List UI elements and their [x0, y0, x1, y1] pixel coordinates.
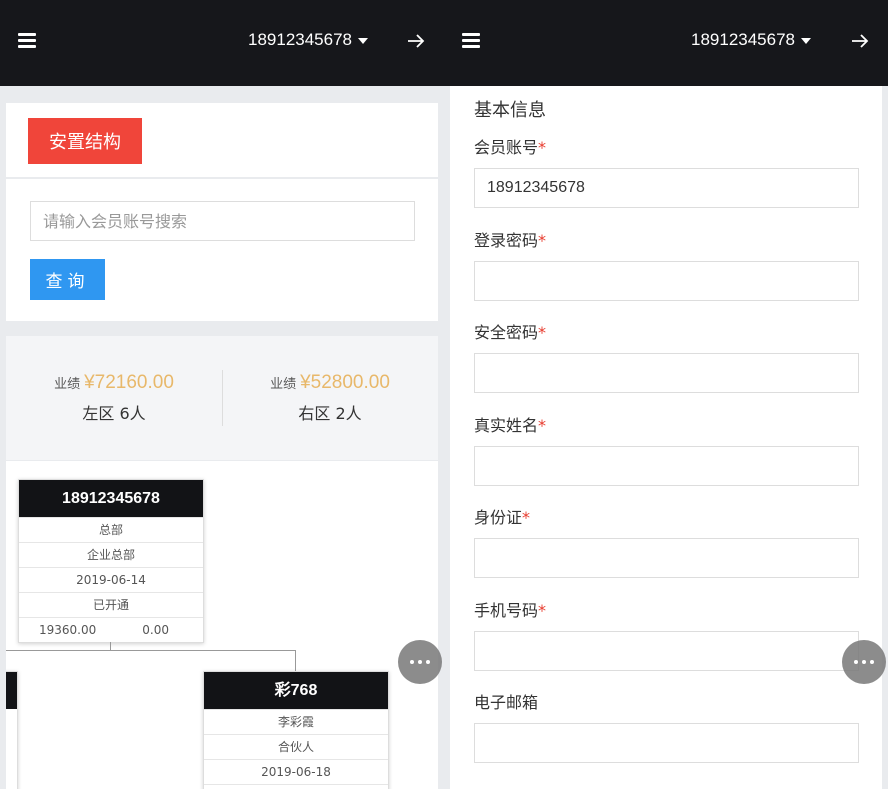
real-name-input[interactable] — [474, 446, 859, 486]
field-label-email: 电子邮箱 — [474, 693, 539, 712]
node-row: 李彩霞 — [204, 709, 388, 734]
form-title: 基本信息 — [474, 100, 546, 121]
account-input[interactable] — [474, 168, 859, 208]
basic-info-form: 基本信息 会员账号* 登录密码* 安全密码* 真实姓名* 身份证* 手机号码* … — [450, 86, 882, 789]
node-row: 已开通 — [19, 592, 203, 617]
tree-node-child[interactable]: 彩768 李彩霞 合伙人 2019-06-18 — [203, 671, 389, 789]
required-mark: * — [538, 231, 547, 250]
node-left-value: 19360.00 — [39, 623, 97, 637]
left-screen: 18912345678 安置结构 查询 业绩¥72160.00 左区 6人 业绩… — [0, 0, 444, 789]
place-structure-button[interactable]: 安置结构 — [28, 118, 142, 164]
node-title: 18912345678 — [19, 480, 203, 517]
node-row: 2019-06-18 — [204, 759, 388, 784]
node-title: 彩768 — [204, 672, 388, 709]
arrow-right-icon[interactable] — [850, 31, 870, 51]
field-label-id-card: 身份证* — [474, 508, 531, 527]
more-dots-icon[interactable] — [842, 640, 886, 684]
node-row — [204, 784, 388, 789]
node-row: 合伙人 — [204, 734, 388, 759]
field-label-account: 会员账号* — [474, 138, 547, 157]
account-number: 18912345678 — [691, 30, 796, 49]
login-password-input[interactable] — [474, 261, 859, 301]
right-zone-count: 右区 2人 — [298, 404, 362, 423]
hamburger-menu-icon[interactable] — [462, 33, 480, 49]
field-label-phone: 手机号码* — [474, 601, 547, 620]
required-mark: * — [538, 601, 547, 620]
tree-connector — [6, 650, 296, 651]
phone-input[interactable] — [474, 631, 859, 671]
account-dropdown[interactable]: 18912345678 — [691, 30, 812, 50]
node-row: 企业总部 — [19, 542, 203, 567]
top-bar: 18912345678 — [444, 0, 888, 86]
caret-down-icon — [801, 37, 812, 44]
performance-stats: 业绩 ¥72160.00 左区 6人 业绩 ¥52800.00 右区 2人 — [6, 336, 438, 460]
placement-tree: 18912345678 总部 企业总部 2019-06-14 已开通 19360… — [6, 461, 438, 789]
top-bar: 18912345678 — [0, 0, 444, 86]
node-row: 2019-06-14 — [19, 567, 203, 592]
node-row: 总部 — [19, 517, 203, 542]
tree-connector — [295, 650, 296, 671]
account-dropdown[interactable]: 18912345678 — [248, 30, 369, 50]
left-zone-stat: 业绩 ¥72160.00 左区 6人 — [6, 372, 222, 424]
required-mark: * — [538, 138, 547, 157]
arrow-right-icon[interactable] — [406, 31, 426, 51]
node-right-value: 0.00 — [142, 623, 169, 637]
left-zone-count: 左区 6人 — [82, 404, 146, 423]
email-input[interactable] — [474, 723, 859, 763]
required-mark: * — [522, 508, 531, 527]
hamburger-menu-icon[interactable] — [18, 33, 36, 49]
perf-label: 业绩 — [270, 377, 297, 392]
more-dots-icon[interactable] — [398, 640, 442, 684]
field-label-security-password: 安全密码* — [474, 323, 547, 342]
required-mark: * — [538, 416, 547, 435]
required-mark: * — [538, 323, 547, 342]
left-amount: ¥72160.00 — [84, 372, 174, 393]
tree-node-root[interactable]: 18912345678 总部 企业总部 2019-06-14 已开通 19360… — [18, 479, 204, 643]
member-search-input[interactable] — [30, 201, 415, 241]
right-amount: ¥52800.00 — [300, 372, 390, 393]
field-label-login-password: 登录密码* — [474, 231, 547, 250]
caret-down-icon — [358, 37, 369, 44]
security-password-input[interactable] — [474, 353, 859, 393]
right-zone-stat: 业绩 ¥52800.00 右区 2人 — [222, 372, 438, 424]
account-number: 18912345678 — [248, 30, 353, 49]
tree-node-partial[interactable] — [6, 671, 18, 789]
field-label-real-name: 真实姓名* — [474, 416, 547, 435]
perf-label: 业绩 — [54, 377, 81, 392]
right-screen: 18912345678 基本信息 会员账号* 登录密码* 安全密码* 真实姓名*… — [444, 0, 888, 789]
query-button[interactable]: 查询 — [30, 259, 105, 300]
node-values-row: 19360.00 0.00 — [19, 617, 203, 642]
id-card-input[interactable] — [474, 538, 859, 578]
